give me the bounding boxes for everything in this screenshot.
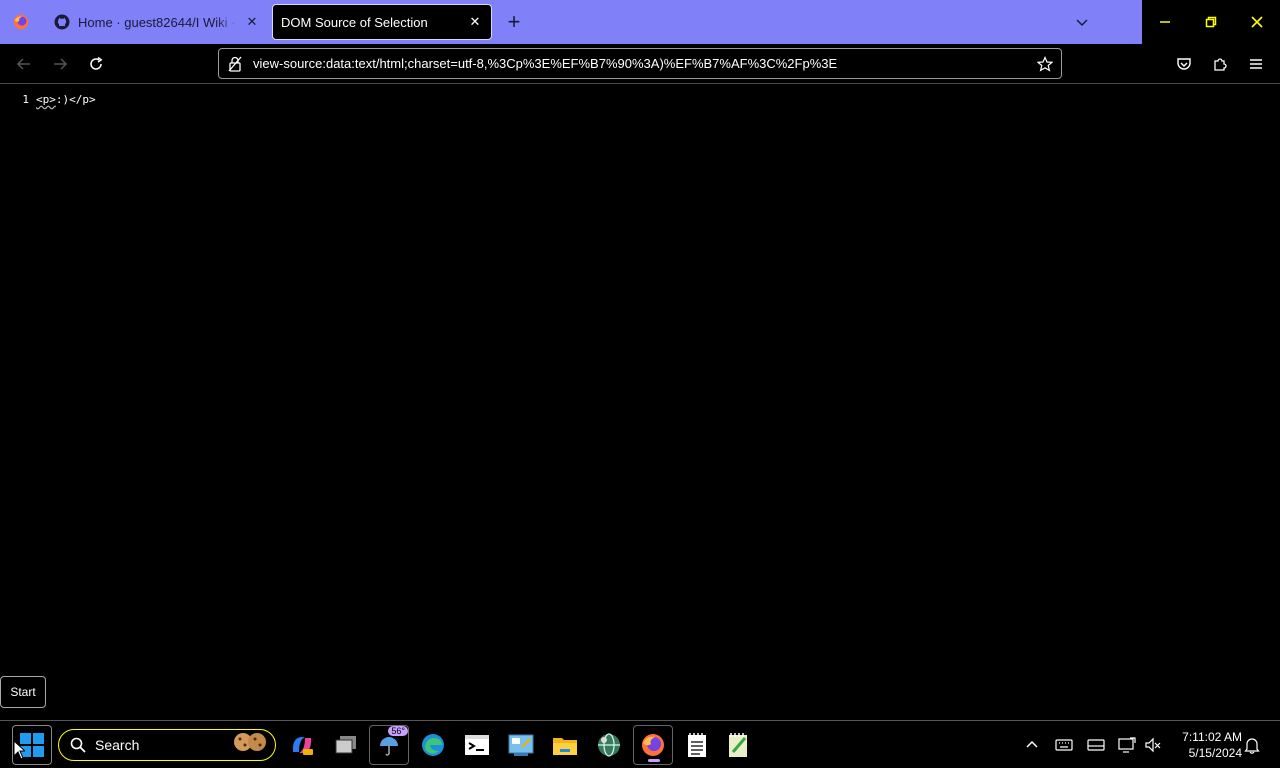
close-icon <box>1251 16 1263 28</box>
url-text[interactable]: view-source:data:text/html;charset=utf-8… <box>253 56 1035 71</box>
show-hidden-icons-button[interactable] <box>1020 733 1044 757</box>
clock-time: 7:11:02 AM <box>1182 730 1242 744</box>
cookies-highlight-icon <box>233 731 267 759</box>
bookmark-star-icon[interactable] <box>1035 54 1055 74</box>
firefox-icon <box>642 734 664 756</box>
firefox-icon <box>13 14 29 30</box>
notepad-plus-button[interactable] <box>719 725 759 765</box>
file-explorer-icon <box>553 738 577 755</box>
close-tab-icon[interactable]: ✕ <box>463 10 487 34</box>
touch-keyboard-button[interactable] <box>1052 733 1076 757</box>
task-view-button[interactable] <box>326 725 366 765</box>
edge-icon <box>422 734 444 756</box>
file-explorer-button[interactable] <box>545 725 585 765</box>
start-tooltip: Start <box>0 676 46 708</box>
list-all-tabs-button[interactable] <box>1068 8 1096 36</box>
clock-date: 5/15/2024 <box>1188 746 1242 760</box>
navigation-toolbar: view-source:data:text/html;charset=utf-8… <box>0 44 1280 84</box>
weather-icon <box>380 737 398 756</box>
weather-widget-button[interactable]: 56° <box>369 725 409 765</box>
terminal-icon <box>465 735 489 755</box>
tab-github-wiki[interactable]: Home · guest82644/I Wiki · GitHub ✕ <box>42 4 268 40</box>
chevron-down-icon <box>1076 19 1088 27</box>
pocket-icon <box>1177 58 1191 70</box>
notepad-button[interactable] <box>677 725 717 765</box>
reload-button[interactable] <box>82 50 110 78</box>
back-arrow-icon <box>16 58 30 70</box>
minimize-button[interactable] <box>1142 0 1188 44</box>
search-icon <box>69 736 87 754</box>
forward-button[interactable] <box>46 50 74 78</box>
taskbar-clock[interactable]: 7:11:02 AM 5/15/2024 <box>1172 727 1242 763</box>
notepad-icon <box>688 733 706 757</box>
windows-taskbar: Search 56° 7:11:02 AM 5/15/2024 <box>0 720 1280 768</box>
control-panel-button[interactable] <box>501 725 541 765</box>
forward-arrow-icon <box>54 58 68 70</box>
line-number: 1 <box>22 93 29 106</box>
extensions-button[interactable] <box>1206 50 1234 78</box>
source-text: :) <box>55 93 70 106</box>
volume-muted-icon <box>1145 737 1161 753</box>
pocket-button[interactable] <box>1170 50 1198 78</box>
weather-temperature: 56° <box>388 726 408 736</box>
close-window-button[interactable] <box>1234 0 1280 44</box>
copilot-icon <box>292 737 313 755</box>
network-status-button[interactable] <box>1115 733 1139 757</box>
app-menu-button[interactable] <box>1242 50 1270 78</box>
task-view-icon <box>335 736 356 754</box>
control-panel-icon <box>508 734 534 756</box>
firefox-view-button[interactable] <box>0 0 42 44</box>
search-label: Search <box>95 737 140 753</box>
github-icon <box>54 14 70 30</box>
browser-tab-strip: Home · guest82644/I Wiki · GitHub ✕ DOM … <box>0 0 1280 44</box>
bell-icon <box>1244 738 1260 754</box>
new-tab-button[interactable]: + <box>500 8 528 36</box>
input-indicator-button[interactable] <box>1084 733 1108 757</box>
notifications-button[interactable] <box>1240 733 1264 757</box>
restore-icon <box>1205 16 1217 28</box>
view-source-content: 1 <p>:)</p> <box>0 85 1280 720</box>
tab-dom-source[interactable]: DOM Source of Selection ✕ <box>272 4 492 40</box>
source-tag-close: </p> <box>69 93 96 106</box>
chevron-up-icon <box>1026 740 1038 748</box>
mouse-cursor-icon <box>13 740 25 760</box>
source-tag-open: <p> <box>36 93 56 106</box>
network-globe-icon <box>598 733 620 757</box>
close-tab-icon[interactable]: ✕ <box>240 10 264 34</box>
keyboard-icon <box>1055 739 1073 751</box>
network-icon <box>1118 737 1136 753</box>
terminal-button[interactable] <box>457 725 497 765</box>
firefox-taskbar-button[interactable] <box>633 725 673 765</box>
network-app-button[interactable] <box>589 725 629 765</box>
tab-title: Home · guest82644/I Wiki · GitHub <box>78 14 240 30</box>
minimize-icon <box>1160 21 1170 23</box>
edge-button[interactable] <box>413 725 453 765</box>
source-code: <p>:)</p> <box>36 93 96 106</box>
puzzle-icon <box>1214 58 1227 71</box>
volume-button[interactable] <box>1141 733 1165 757</box>
page-info-icon[interactable] <box>227 56 243 72</box>
ime-pad-icon <box>1087 739 1105 751</box>
reload-icon <box>90 56 103 70</box>
restore-button[interactable] <box>1188 0 1234 44</box>
back-button[interactable] <box>10 50 38 78</box>
notepad-plus-icon <box>729 733 747 757</box>
copilot-button[interactable] <box>282 725 322 765</box>
source-line: 1 <p>:)</p> <box>0 93 96 106</box>
tab-title: DOM Source of Selection <box>281 14 428 30</box>
address-bar[interactable]: view-source:data:text/html;charset=utf-8… <box>218 48 1062 79</box>
hamburger-menu-icon <box>1250 59 1262 69</box>
taskbar-search[interactable]: Search <box>58 729 276 761</box>
